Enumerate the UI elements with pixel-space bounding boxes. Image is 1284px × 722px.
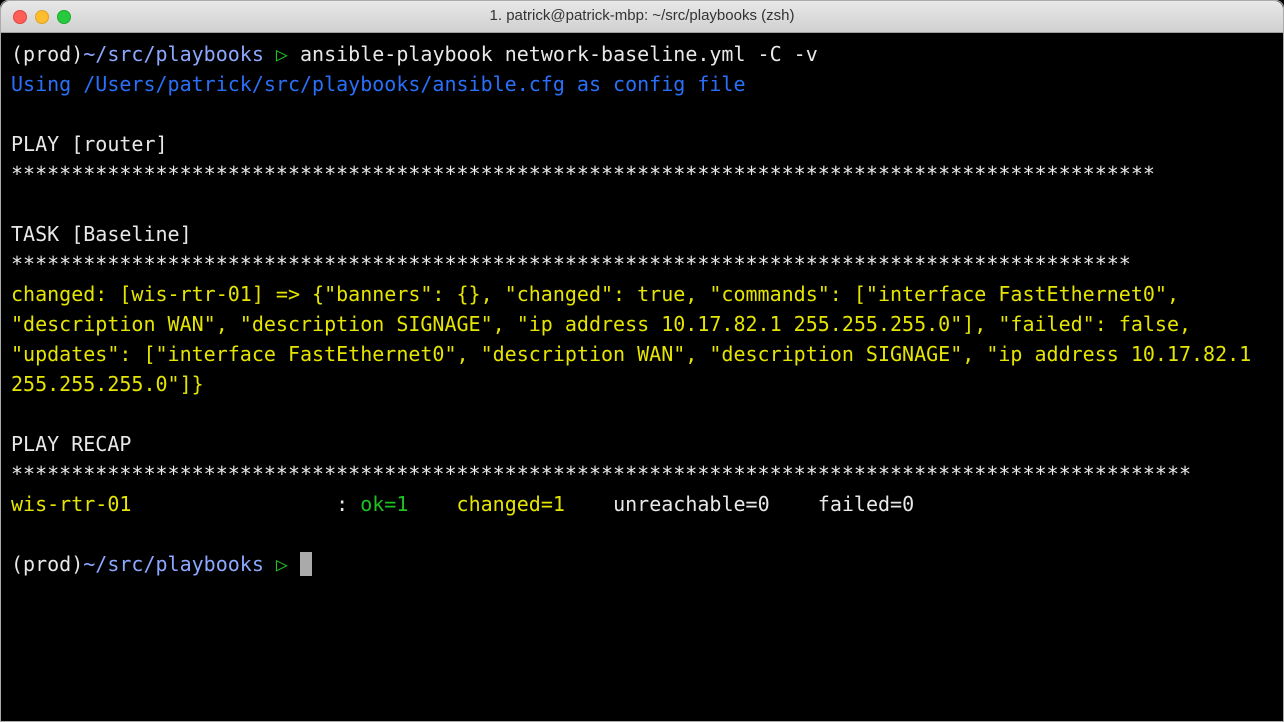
prompt-line-2: (prod)~/src/playbooks ▷: [11, 549, 1273, 579]
cursor-icon: [300, 552, 312, 576]
recap-unreachable: unreachable=0: [601, 492, 806, 516]
close-icon[interactable]: [13, 10, 27, 24]
minimize-icon[interactable]: [35, 10, 49, 24]
recap-changed: changed=1: [445, 492, 602, 516]
terminal-body[interactable]: (prod)~/src/playbooks ▷ ansible-playbook…: [1, 33, 1283, 721]
recap-ok: ok=1: [360, 492, 444, 516]
play-header: PLAY [router] **************************…: [11, 129, 1273, 189]
blank-line: [11, 399, 1273, 429]
task-header: TASK [Baseline] ************************…: [11, 219, 1273, 279]
recap-line: wis-rtr-01 : ok=1 changed=1 unreachable=…: [11, 489, 1273, 519]
window-titlebar: 1. patrick@patrick-mbp: ~/src/playbooks …: [1, 1, 1283, 33]
prompt-env: (prod): [11, 42, 83, 66]
blank-line: [11, 519, 1273, 549]
prompt-path: ~/src/playbooks: [83, 42, 264, 66]
traffic-lights: [13, 10, 71, 24]
blank-line: [11, 99, 1273, 129]
prompt-path: ~/src/playbooks: [83, 552, 264, 576]
prompt-symbol: ▷: [264, 42, 300, 66]
window-title: 1. patrick@patrick-mbp: ~/src/playbooks …: [13, 5, 1271, 28]
prompt-command: ansible-playbook network-baseline.yml -C…: [300, 42, 818, 66]
recap-failed: failed=0: [806, 492, 914, 516]
blank-line: [11, 189, 1273, 219]
maximize-icon[interactable]: [57, 10, 71, 24]
task-output: changed: [wis-rtr-01] => {"banners": {},…: [11, 279, 1273, 399]
recap-header: PLAY RECAP *****************************…: [11, 429, 1273, 489]
prompt-symbol: ▷: [264, 552, 300, 576]
config-file-line: Using /Users/patrick/src/playbooks/ansib…: [11, 69, 1273, 99]
recap-colon: :: [336, 492, 360, 516]
recap-host: wis-rtr-01: [11, 492, 336, 516]
prompt-env: (prod): [11, 552, 83, 576]
prompt-line-1: (prod)~/src/playbooks ▷ ansible-playbook…: [11, 39, 1273, 69]
